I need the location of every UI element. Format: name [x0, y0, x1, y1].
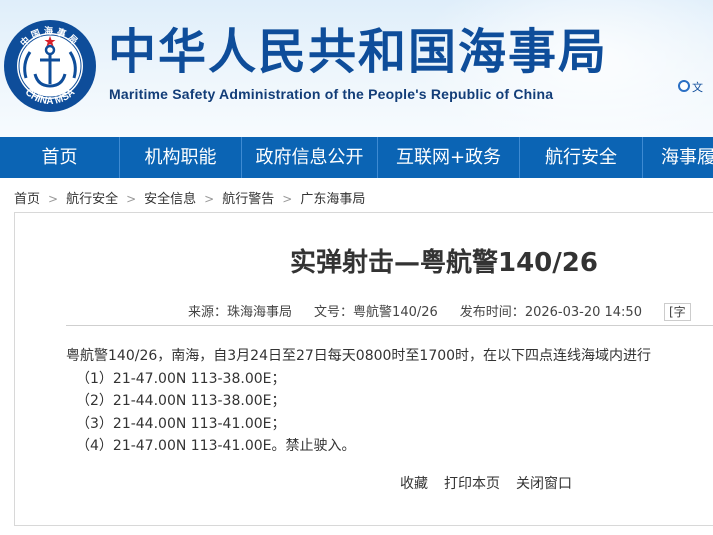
breadcrumb: 首页 > 航行安全 > 安全信息 > 航行警告 > 广东海事局: [14, 188, 365, 207]
chevron-right-icon: >: [282, 192, 293, 206]
nav-item-home[interactable]: 首页: [0, 137, 120, 178]
site-title-en: Maritime Safety Administration of the Pe…: [109, 86, 554, 102]
nav-item-functions[interactable]: 机构职能: [120, 137, 242, 178]
coordinate-point-4: （4）21-47.00N 113-41.00E。禁止驶入。: [76, 438, 356, 454]
coordinate-point-3: （3）21-44.00N 113-41.00E；: [76, 415, 286, 432]
article-meta: 来源：珠海海事局 文号：粤航警140/26 发布时间：2026-03-20 14:5…: [188, 301, 691, 321]
radio-dot-icon: [678, 80, 690, 92]
breadcrumb-home[interactable]: 首页: [14, 192, 40, 207]
article-actions: 收藏 打印本页 关闭窗口: [400, 473, 588, 493]
article-title: 实弹射击—粤航警140/26: [290, 248, 598, 278]
msa-emblem-icon: 中国海事局 CHINA MSA: [4, 20, 96, 112]
site-header: 中国海事局 CHINA MSA 中华人民共和国海事局 Maritime Safe…: [0, 0, 713, 137]
source-value: 珠海海事局: [227, 305, 293, 320]
doc-no-label: 文号：: [314, 305, 354, 320]
breadcrumb-safety-info[interactable]: 安全信息: [144, 192, 196, 207]
article-body: 粤航警140/26，南海，自3月24日至27日每天0800时至1700时，在以下…: [66, 345, 651, 458]
nav-item-navigation-safety[interactable]: 航行安全: [520, 137, 643, 178]
nav-item-maritime-performance[interactable]: 海事履: [643, 137, 713, 178]
top-language-link[interactable]: 文: [678, 79, 703, 95]
breadcrumb-navigation-safety[interactable]: 航行安全: [66, 192, 118, 207]
nav-item-internet-gov[interactable]: 互联网+政务: [378, 137, 520, 178]
date-value: 2026-03-20 14:50: [524, 305, 642, 320]
favorite-link[interactable]: 收藏: [400, 476, 428, 492]
breadcrumb-nav-warning[interactable]: 航行警告: [222, 192, 274, 207]
font-size-control[interactable]: [字: [663, 303, 691, 321]
date-label: 发布时间：: [459, 305, 525, 320]
source-label: 来源：: [188, 305, 228, 320]
site-title-cn: 中华人民共和国海事局: [108, 24, 609, 80]
chevron-right-icon: >: [204, 192, 215, 206]
chevron-right-icon: >: [126, 192, 137, 206]
coordinate-point-2: （2）21-44.00N 113-38.00E；: [76, 393, 286, 409]
coordinate-point-1: （1）21-47.00N 113-38.00E；: [76, 370, 286, 387]
top-link-label: 文: [692, 81, 703, 94]
breadcrumb-guangdong-msa[interactable]: 广东海事局: [300, 192, 365, 207]
print-link[interactable]: 打印本页: [444, 476, 500, 492]
nav-item-gov-info[interactable]: 政府信息公开: [242, 137, 378, 178]
main-nav: 首页 机构职能 政府信息公开 互联网+政务 航行安全 海事履: [0, 137, 713, 178]
article-intro: 粤航警140/26，南海，自3月24日至27日每天0800时至1700时，在以下…: [66, 348, 652, 364]
doc-no-value: 粤航警140/26: [353, 305, 438, 320]
meta-divider: [66, 325, 713, 326]
chevron-right-icon: >: [48, 192, 59, 206]
close-window-link[interactable]: 关闭窗口: [516, 476, 572, 492]
